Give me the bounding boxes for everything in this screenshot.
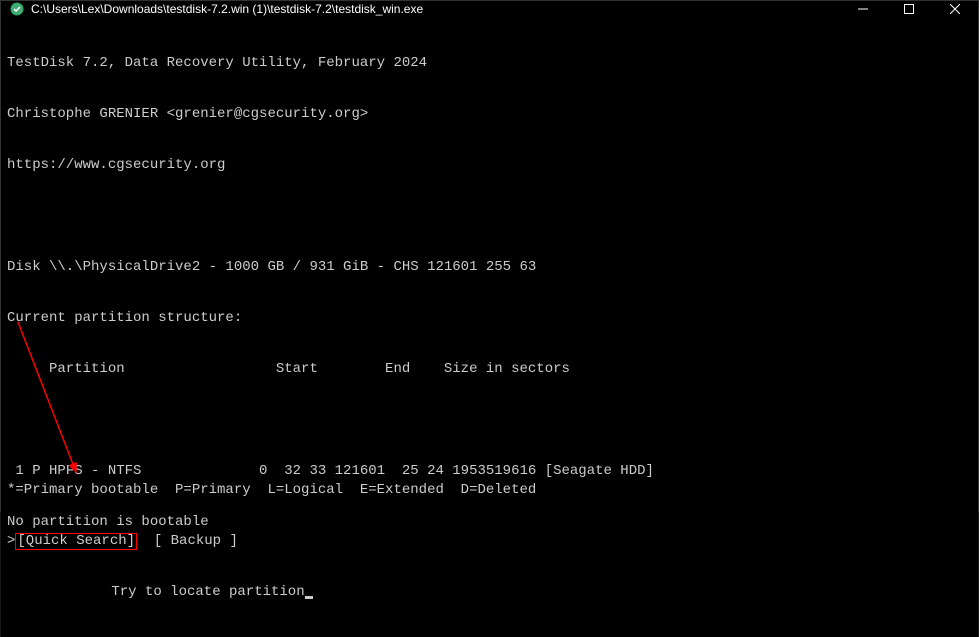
window-controls — [840, 1, 978, 17]
disk-info-line: Disk \\.\PhysicalDrive2 - 1000 GB / 931 … — [7, 259, 972, 276]
menu-line: >[Quick Search] [ Backup ] — [7, 533, 972, 550]
menu-prefix: > — [7, 533, 15, 549]
header-line-1: TestDisk 7.2, Data Recovery Utility, Feb… — [7, 55, 972, 72]
terminal-cursor — [305, 596, 313, 599]
window-frame: C:\Users\Lex\Downloads\testdisk-7.2.win … — [0, 0, 979, 512]
minimize-button[interactable] — [840, 1, 886, 17]
app-icon — [9, 1, 25, 17]
hint-line: Try to locate partition — [7, 584, 417, 601]
header-line-2: Christophe GRENIER <grenier@cgsecurity.o… — [7, 106, 972, 123]
quick-search-menu-item[interactable]: [Quick Search] — [15, 533, 137, 550]
menu-spacer — [137, 533, 154, 549]
blank-line — [7, 208, 972, 225]
partition-header-row: Partition Start End Size in sectors — [7, 361, 972, 378]
window-title: C:\Users\Lex\Downloads\testdisk-7.2.win … — [31, 2, 840, 16]
titlebar[interactable]: C:\Users\Lex\Downloads\testdisk-7.2.win … — [1, 1, 978, 17]
blank-line — [7, 412, 972, 429]
close-button[interactable] — [932, 1, 978, 17]
header-line-3: https://www.cgsecurity.org — [7, 157, 972, 174]
maximize-button[interactable] — [886, 1, 932, 17]
legend-line: *=Primary bootable P=Primary L=Logical E… — [7, 482, 972, 499]
bottom-section: *=Primary bootable P=Primary L=Logical E… — [7, 448, 972, 635]
structure-label: Current partition structure: — [7, 310, 972, 327]
hint-text: Try to locate partition — [111, 584, 304, 600]
terminal-output[interactable]: TestDisk 7.2, Data Recovery Utility, Feb… — [1, 17, 978, 637]
backup-menu-item[interactable]: [ Backup ] — [154, 533, 238, 549]
